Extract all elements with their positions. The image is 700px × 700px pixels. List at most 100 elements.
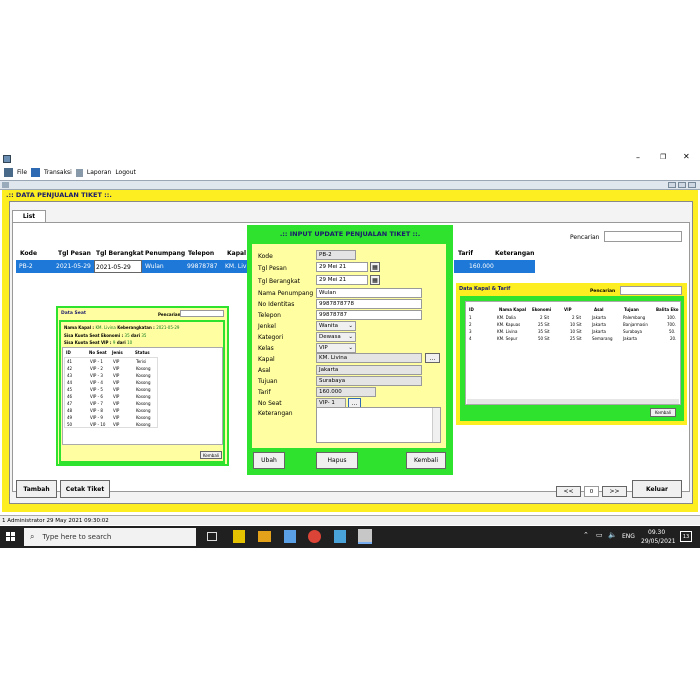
jenkel-select[interactable]: Wanita ⌄ xyxy=(316,321,356,331)
keluar-button[interactable]: Keluar xyxy=(632,480,682,498)
seat-cell: VIP - 3 xyxy=(90,373,103,378)
menu-transaksi[interactable]: Transaksi xyxy=(44,169,72,176)
java-app-icon[interactable] xyxy=(358,529,372,544)
internal-frame-bar xyxy=(0,180,700,190)
taskbar-search[interactable]: ⌕ Type here to search xyxy=(24,528,196,546)
keterangan-textarea[interactable] xyxy=(316,407,441,443)
table-row[interactable]: 4 xyxy=(469,336,472,341)
kelas-value: VIP xyxy=(319,345,328,351)
kapal-cell: KM. Livina xyxy=(497,329,518,334)
update-form-title: .:: INPUT UPDATE PENJUALAN TIKET ::. xyxy=(279,230,421,238)
table-row[interactable]: 44 xyxy=(67,380,72,385)
tambah-button[interactable]: Tambah xyxy=(16,480,57,498)
table-row[interactable]: 46 xyxy=(67,394,72,399)
seat-cell: VIP - 7 xyxy=(90,401,103,406)
frame-title: .:: DATA PENJUALAN TIKET ::. xyxy=(6,191,112,199)
telepon-field[interactable]: 99878787 xyxy=(316,310,422,320)
tarif-field[interactable]: 160.000 xyxy=(316,387,376,397)
menu-file[interactable]: File xyxy=(17,169,27,176)
task-view-icon[interactable] xyxy=(207,532,217,541)
calendar-icon[interactable]: ▦ xyxy=(370,275,380,285)
prev-page-button[interactable]: << xyxy=(556,486,581,497)
tab-list[interactable]: List xyxy=(12,210,46,222)
file-explorer-icon[interactable] xyxy=(258,531,271,542)
clock-time: 09.30 xyxy=(648,529,666,536)
ekonomi-dari: dari xyxy=(131,333,140,338)
chevron-down-icon: ⌄ xyxy=(348,334,353,340)
transaksi-icon xyxy=(31,168,41,177)
menu-laporan[interactable]: Laporan xyxy=(87,169,111,176)
berangkat-label: Keberangkatan : xyxy=(117,325,155,330)
table-row[interactable]: 47 xyxy=(67,401,72,406)
table-row[interactable]: 42 xyxy=(67,366,72,371)
search-input[interactable] xyxy=(604,231,682,242)
tgl-pesan-field[interactable]: 29 Mei 21 xyxy=(316,262,368,272)
network-icon[interactable]: ▭ xyxy=(596,531,603,539)
kapal-browse-button[interactable]: ... xyxy=(425,353,440,363)
label-kategori: Kategori xyxy=(258,334,284,341)
asal-field[interactable]: Jakarta xyxy=(316,365,422,375)
page-number-field[interactable]: 0 xyxy=(584,486,599,497)
nama-field[interactable]: Wulan xyxy=(316,288,422,298)
seat-kembali-button[interactable]: Kembali xyxy=(200,451,222,459)
kapal-scrollbar[interactable] xyxy=(467,399,679,404)
table-row[interactable]: 2 xyxy=(469,322,472,327)
tgl-berangkat-field[interactable]: 29 Mei 21 xyxy=(316,275,368,285)
notification-icon[interactable]: 13 xyxy=(680,531,692,542)
chevron-up-icon[interactable]: ⌃ xyxy=(583,531,589,539)
table-row-right[interactable] xyxy=(454,260,535,273)
table-row[interactable]: 50 xyxy=(67,422,72,427)
seat-search-input[interactable] xyxy=(180,310,224,317)
frame-maximize-icon[interactable] xyxy=(678,182,686,188)
seat-cell: VIP xyxy=(113,415,120,420)
table-row[interactable]: 45 xyxy=(67,387,72,392)
hapus-button[interactable]: Hapus xyxy=(316,452,358,469)
table-row[interactable]: 43 xyxy=(67,373,72,378)
windows-start-icon[interactable] xyxy=(6,532,16,542)
next-page-button[interactable]: >> xyxy=(602,486,627,497)
vip-value: 9 xyxy=(112,340,116,345)
frame-minimize-icon[interactable] xyxy=(668,182,676,188)
table-row[interactable]: 49 xyxy=(67,415,72,420)
kapal-search-input[interactable] xyxy=(620,286,682,295)
tujuan-field[interactable]: Surabaya xyxy=(316,376,422,386)
chrome-icon[interactable] xyxy=(308,530,321,543)
kembali-button[interactable]: Kembali xyxy=(406,452,446,469)
app-icon[interactable] xyxy=(334,530,346,543)
seat-cell: VIP xyxy=(113,359,120,364)
ubah-button[interactable]: Ubah xyxy=(253,452,285,469)
kategori-select[interactable]: Dewasa ⌄ xyxy=(316,332,356,342)
kapal-label: Nama Kapal : xyxy=(64,325,95,330)
kapal-value: KM. Livina xyxy=(95,325,116,330)
identitas-field[interactable]: 9987878778 xyxy=(316,299,422,309)
kelas-select[interactable]: VIP ⌄ xyxy=(316,343,356,353)
maximize-icon[interactable]: ❐ xyxy=(660,153,666,161)
volume-icon[interactable]: 🔈 xyxy=(608,531,617,539)
kapal-cell: Banjarmasin xyxy=(623,322,648,327)
kapal-field[interactable]: KM. Livina xyxy=(316,353,422,363)
app-icon[interactable] xyxy=(284,530,296,543)
table-row[interactable]: 48 xyxy=(67,408,72,413)
kode-field[interactable]: PB-2 xyxy=(316,250,356,260)
close-icon[interactable]: ✕ xyxy=(683,152,690,161)
table-row[interactable]: 3 xyxy=(469,329,472,334)
kapal-col-id: ID xyxy=(469,307,474,312)
menu-logout[interactable]: Logout xyxy=(115,169,136,176)
minimize-icon[interactable]: – xyxy=(636,153,640,162)
seat-table: ID No Seat Jenis Status 41 VIP - 1 VIP Teri… xyxy=(62,347,223,445)
keterangan-scrollbar[interactable] xyxy=(432,408,440,442)
cell-tgl-berangkat-editor[interactable]: 2021-05-29 xyxy=(94,260,142,273)
table-row[interactable]: 41 xyxy=(67,359,72,364)
seat-cell: VIP - 9 xyxy=(90,415,103,420)
sticky-app-icon[interactable] xyxy=(233,530,245,543)
seat-cell: Kosong xyxy=(136,415,151,420)
frame-close-icon[interactable] xyxy=(688,182,696,188)
table-row[interactable]: 1 xyxy=(469,315,472,320)
calendar-icon[interactable]: ▦ xyxy=(370,262,380,272)
cetak-tiket-button[interactable]: Cetak Tiket xyxy=(60,480,110,498)
pencarian-label: Pencarian xyxy=(570,234,600,241)
kapal-kembali-button[interactable]: Kembali xyxy=(650,408,676,417)
kapal-cell: Jakarta xyxy=(623,336,637,341)
language-indicator[interactable]: ENG xyxy=(622,533,635,540)
kapal-cell: Jakarta xyxy=(592,329,606,334)
